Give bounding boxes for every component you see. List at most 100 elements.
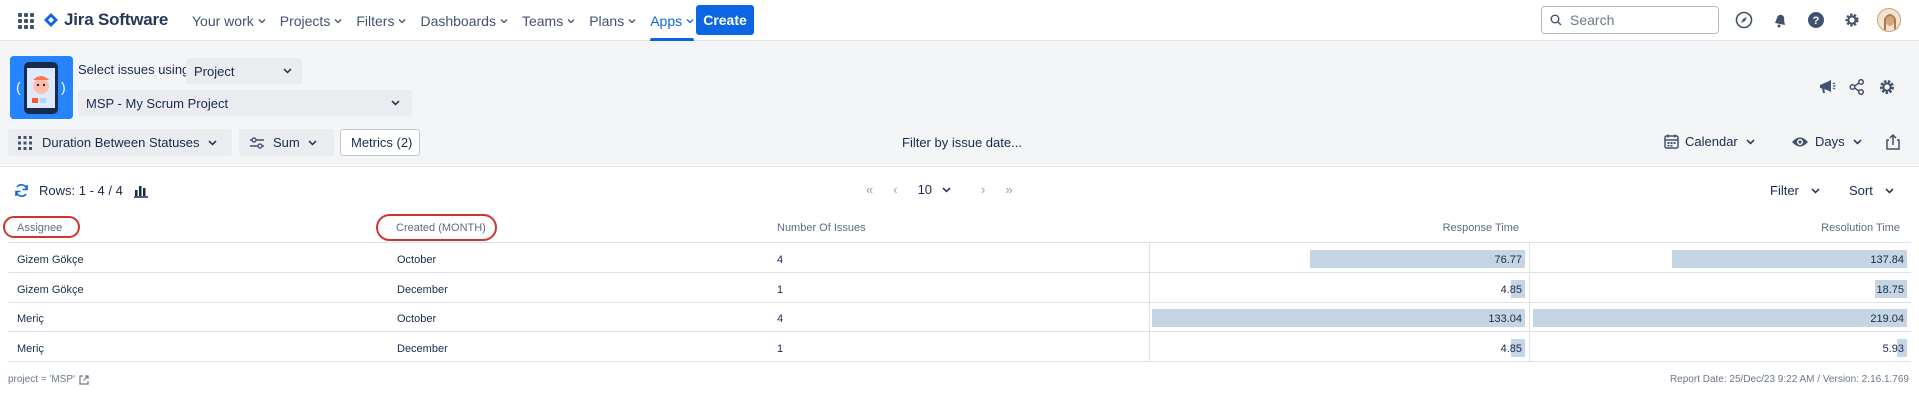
filter-by-issue-date[interactable]: Filter by issue date... [902, 135, 1022, 150]
nav-label: Teams [521, 12, 564, 29]
chevron-down-icon [1885, 187, 1894, 194]
jql-text: project = 'MSP' [8, 374, 75, 385]
jira-diamond-icon [44, 13, 58, 27]
column-header-resolution-time[interactable]: Resolution Time [1780, 222, 1900, 234]
export-button[interactable] [1886, 134, 1906, 150]
time-unit-label: Days [1815, 134, 1845, 149]
search-input[interactable]: Search [1541, 6, 1719, 34]
issue-source-select[interactable]: Project [186, 58, 302, 84]
app-switcher-icon[interactable] [18, 13, 34, 29]
jira-logo[interactable]: Jira Software [44, 10, 168, 30]
export-upload-icon [1886, 134, 1900, 150]
chevron-down-icon [308, 139, 317, 146]
notification-bell-icon[interactable] [1769, 9, 1791, 31]
rows-bar: Rows: 1 - 4 / 4 [14, 183, 149, 198]
sliders-icon [250, 136, 264, 149]
filter-dropdown[interactable]: Filter [1770, 183, 1820, 198]
cell-assignee: Meriç [17, 313, 44, 325]
svg-text:): ) [61, 79, 66, 95]
bar-chart-icon[interactable] [133, 184, 149, 198]
brand-name: Jira Software [64, 10, 169, 29]
external-link-icon [79, 374, 89, 385]
issue-source-value: Project [194, 63, 235, 79]
nav-label: Apps [650, 12, 683, 29]
nav-projects[interactable]: Projects [280, 0, 343, 41]
resolution-time-value: 137.84 [1870, 254, 1904, 266]
nav-label: Your work [192, 12, 254, 29]
chevron-down-icon [1853, 138, 1862, 145]
chevron-down-icon [208, 139, 217, 146]
table-row-divider [8, 272, 1911, 273]
jql-query[interactable]: project = 'MSP' [8, 374, 89, 385]
sort-dropdown[interactable]: Sort [1849, 183, 1894, 198]
grid-dots-icon [18, 135, 32, 150]
response-time-value: 4.85 [1500, 283, 1522, 296]
calendar-icon [1664, 134, 1679, 149]
resolution-time-value: 219.04 [1870, 313, 1904, 325]
chevron-down-icon [567, 18, 575, 23]
report-actions [1818, 78, 1908, 96]
assignee-highlight-circle [3, 216, 80, 238]
calendar-select[interactable]: Calendar [1664, 134, 1755, 149]
chevron-down-icon [686, 18, 694, 23]
chevron-down-icon [1811, 187, 1820, 194]
next-page-icon[interactable]: › [981, 182, 985, 197]
cell-issues[interactable]: 4 [777, 254, 783, 266]
chevron-down-icon [334, 18, 342, 23]
time-unit-select[interactable]: Days [1791, 134, 1862, 149]
pagination: « ‹ 10 › » [866, 182, 1033, 197]
nav-apps[interactable]: Apps [650, 0, 695, 41]
nav-plans[interactable]: Plans [589, 0, 636, 41]
svg-text:(: ( [16, 79, 21, 95]
column-header-number-of-issues[interactable]: Number Of Issues [777, 222, 866, 234]
settings-gear-icon[interactable] [1878, 78, 1896, 96]
cell-issues[interactable]: 4 [777, 313, 783, 325]
calendar-label: Calendar [1685, 134, 1738, 149]
refresh-icon[interactable] [14, 183, 29, 198]
settings-gear-icon[interactable] [1841, 9, 1863, 31]
metrics-label: Metrics (2) [351, 135, 413, 150]
resolution-time-bar [1533, 309, 1907, 327]
prev-page-icon[interactable]: ‹ [893, 182, 897, 197]
resolution-time-value: 5.93 [1882, 342, 1904, 355]
first-page-icon[interactable]: « [866, 182, 873, 197]
report-type-select[interactable]: Duration Between Statuses [8, 129, 232, 156]
aggregation-label: Sum [273, 135, 300, 150]
user-avatar[interactable] [1877, 8, 1901, 32]
cell-issues[interactable]: 1 [777, 284, 783, 296]
project-value: MSP - My Scrum Project [86, 95, 229, 111]
aggregation-select[interactable]: Sum [239, 129, 334, 156]
chevron-down-icon [258, 18, 266, 23]
sort-label: Sort [1849, 183, 1873, 198]
header-divider [8, 242, 1911, 243]
project-select[interactable]: MSP - My Scrum Project [78, 90, 412, 116]
page-size-select[interactable]: 10 [918, 182, 932, 197]
nav-dashboards[interactable]: Dashboards [420, 0, 508, 41]
nav-filters[interactable]: Filters [356, 0, 406, 41]
response-time-value: 76.77 [1494, 254, 1522, 266]
last-page-icon[interactable]: » [1005, 182, 1012, 197]
response-time-value: 4.85 [1500, 342, 1522, 355]
nav-label: Plans [589, 12, 625, 29]
eye-icon [1792, 137, 1808, 146]
resolution-time-value: 18.75 [1876, 283, 1904, 296]
nav-menu: Your work Projects Filters Dashboards Te… [192, 0, 708, 41]
nav-your-work[interactable]: Your work [192, 0, 266, 41]
share-icon[interactable] [1848, 78, 1866, 96]
chevron-down-icon[interactable] [942, 186, 951, 194]
nav-label: Projects [279, 12, 331, 29]
report-type-label: Duration Between Statuses [42, 135, 200, 150]
nav-teams[interactable]: Teams [522, 0, 575, 41]
column-header-response-time[interactable]: Response Time [1400, 222, 1519, 234]
search-icon [1550, 14, 1562, 26]
help-icon[interactable]: ? [1805, 9, 1827, 31]
report-info: Report Date: 25/Dec/23 9:22 AM / Version… [1669, 374, 1909, 385]
cell-assignee: Gizem Gökçe [17, 254, 84, 266]
svg-text:?: ? [1813, 15, 1820, 27]
cell-issues[interactable]: 1 [777, 343, 783, 355]
cell-created: October [397, 313, 437, 325]
announcement-megaphone-icon[interactable] [1818, 78, 1836, 96]
create-button[interactable]: Create [696, 5, 754, 35]
compass-icon[interactable] [1733, 9, 1755, 31]
metrics-button[interactable]: Metrics (2) [340, 129, 420, 156]
